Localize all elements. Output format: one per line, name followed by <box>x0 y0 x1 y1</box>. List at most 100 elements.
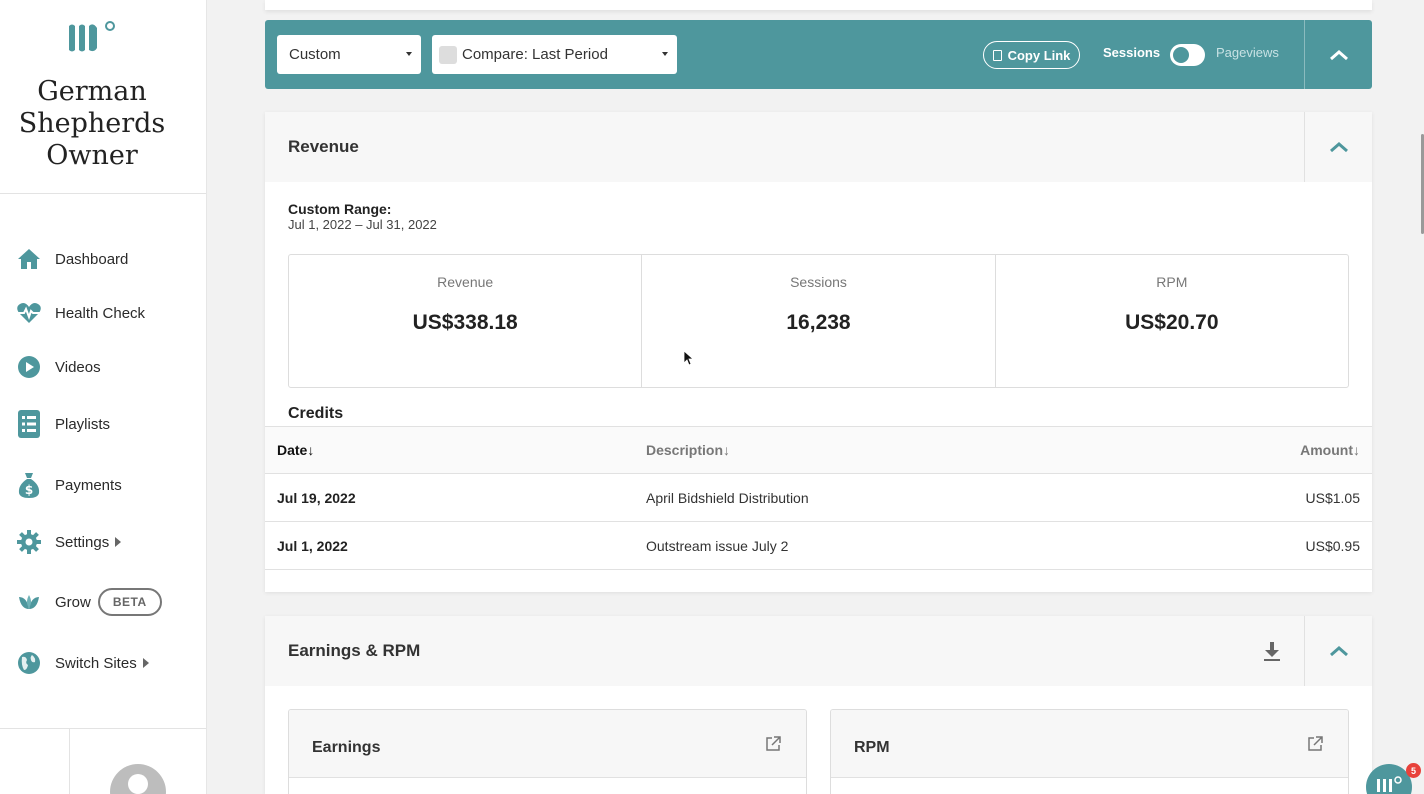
compare-value: Compare: Last Period <box>462 46 608 63</box>
mouse-cursor-icon <box>683 350 693 366</box>
sidebar-item-switch-sites[interactable]: Switch Sites <box>16 648 149 678</box>
globe-icon <box>16 650 42 676</box>
external-link-icon[interactable] <box>1307 736 1323 752</box>
table-row: Jul 19, 2022 April Bidshield Distributio… <box>265 473 1372 521</box>
revenue-card: Revenue Custom Range: Jul 1, 2022 – Jul … <box>265 112 1372 592</box>
stat-rpm: RPM US$20.70 <box>996 255 1348 387</box>
earnings-subcard-header: Earnings <box>289 710 806 778</box>
rpm-subcard: RPM <box>830 709 1349 794</box>
play-icon <box>16 354 42 380</box>
divider <box>265 569 1372 570</box>
date-range-value: Custom <box>289 46 341 63</box>
column-header-date[interactable]: Date↓ <box>277 427 314 473</box>
dropdown-arrow-icon <box>406 52 412 56</box>
sidebar: German Shepherds Owner Dashboard Health … <box>0 0 207 794</box>
table-header-row: Date↓ Description↓ Amount↓ <box>265 426 1372 473</box>
top-card-edge <box>265 0 1372 10</box>
compare-color-swatch <box>439 45 457 64</box>
svg-text:$: $ <box>25 483 33 497</box>
sidebar-item-playlists[interactable]: Playlists <box>16 409 110 439</box>
sessions-pageviews-toggle[interactable] <box>1170 44 1205 66</box>
caret-right-icon <box>142 658 149 668</box>
cell-amount: US$1.05 <box>1305 489 1360 506</box>
cell-amount: US$0.95 <box>1305 537 1360 554</box>
chevron-up-icon <box>1329 646 1348 657</box>
rpm-subcard-header: RPM <box>831 710 1348 778</box>
copy-link-button[interactable]: Copy Link <box>983 41 1080 69</box>
earnings-subtitle: Earnings <box>312 739 381 756</box>
sidebar-item-videos[interactable]: Videos <box>16 352 101 382</box>
download-icon[interactable] <box>1261 640 1283 662</box>
sidebar-item-label: Videos <box>55 358 101 376</box>
revenue-collapse-button[interactable] <box>1305 112 1372 182</box>
caret-right-icon <box>115 537 122 547</box>
column-header-description[interactable]: Description↓ <box>646 427 730 473</box>
rpm-subtitle: RPM <box>854 739 890 756</box>
filter-collapse-button[interactable] <box>1305 20 1372 89</box>
leaf-icon <box>16 589 42 615</box>
sidebar-item-dashboard[interactable]: Dashboard <box>16 244 128 274</box>
stat-revenue: Revenue US$338.18 <box>289 255 643 387</box>
toggle-pageviews-label: Pageviews <box>1216 45 1279 60</box>
cell-date: Jul 1, 2022 <box>277 537 348 554</box>
cell-date: Jul 19, 2022 <box>277 489 356 506</box>
brand-logo-icon <box>1377 776 1402 792</box>
earnings-card-header: Earnings & RPM <box>265 616 1372 686</box>
brand-logo[interactable] <box>66 18 116 54</box>
earnings-rpm-card: Earnings & RPM Earnings RPM <box>265 616 1372 794</box>
toggle-sessions-label: Sessions <box>1103 45 1161 60</box>
stat-value: US$338.18 <box>412 311 518 334</box>
heartbeat-icon <box>16 300 42 326</box>
cell-description: Outstream issue July 2 <box>646 537 789 554</box>
sidebar-item-label: Switch Sites <box>55 654 137 672</box>
sidebar-item-payments[interactable]: $ Payments <box>16 470 122 500</box>
site-title: German Shepherds Owner <box>18 76 166 171</box>
stat-label: RPM <box>1156 274 1188 290</box>
notification-badge: 5 <box>1406 763 1421 778</box>
revenue-title: Revenue <box>288 137 359 156</box>
sidebar-item-label: Dashboard <box>55 250 129 268</box>
divider <box>0 193 206 194</box>
sidebar-item-label: Grow <box>55 593 91 611</box>
compare-select[interactable]: Compare: Last Period <box>432 35 677 74</box>
sidebar-item-label: Settings <box>55 533 110 551</box>
date-range-select[interactable]: Custom <box>277 35 421 74</box>
beta-badge: BETA <box>97 588 162 616</box>
sidebar-item-label: Playlists <box>55 415 111 433</box>
column-header-amount[interactable]: Amount↓ <box>1300 427 1360 473</box>
filter-bar: Custom Compare: Last Period Copy Link Se… <box>265 20 1372 89</box>
stat-value: 16,238 <box>786 311 851 334</box>
sidebar-item-settings[interactable]: Settings <box>16 527 122 557</box>
dropdown-arrow-icon <box>662 52 668 56</box>
stat-label: Revenue <box>437 274 494 290</box>
credits-title: Credits <box>288 405 344 422</box>
copy-link-label: Copy Link <box>1007 47 1071 63</box>
sidebar-item-label: Payments <box>55 476 122 494</box>
range-label: Custom Range: <box>288 201 392 217</box>
revenue-card-header: Revenue <box>265 112 1372 182</box>
cell-description: April Bidshield Distribution <box>646 489 809 506</box>
sidebar-footer <box>0 728 206 794</box>
gear-icon <box>16 529 42 555</box>
range-value: Jul 1, 2022 – Jul 31, 2022 <box>288 217 437 232</box>
credits-table: Date↓ Description↓ Amount↓ Jul 19, 2022 … <box>265 426 1372 570</box>
sidebar-item-health-check[interactable]: Health Check <box>16 298 145 328</box>
chevron-up-icon <box>1329 49 1348 60</box>
stats-panel: Revenue US$338.18 Sessions 16,238 RPM US… <box>288 254 1349 388</box>
sidebar-item-label: Health Check <box>55 304 146 322</box>
stat-label: Sessions <box>790 274 847 290</box>
toggle-knob <box>1173 47 1189 63</box>
money-bag-icon: $ <box>16 472 42 498</box>
external-link-icon[interactable] <box>765 736 781 752</box>
earnings-collapse-button[interactable] <box>1305 616 1372 686</box>
copy-icon <box>992 49 1002 61</box>
earnings-rpm-title: Earnings & RPM <box>288 641 421 660</box>
earnings-subcard: Earnings <box>288 709 807 794</box>
stat-value: US$20.70 <box>1125 311 1219 334</box>
chevron-up-icon <box>1329 142 1348 153</box>
stat-sessions: Sessions 16,238 <box>642 255 996 387</box>
divider <box>69 729 70 794</box>
list-icon <box>16 410 42 438</box>
sidebar-item-grow[interactable]: Grow BETA <box>16 587 162 617</box>
home-icon <box>16 246 42 272</box>
